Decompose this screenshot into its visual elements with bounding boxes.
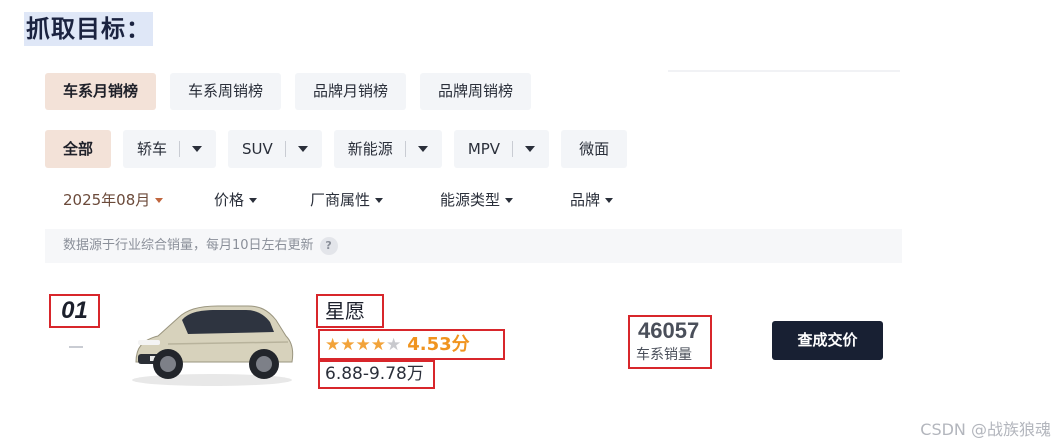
rank-change-indicator (69, 346, 83, 348)
chevron-down-icon[interactable] (192, 146, 203, 152)
divider (179, 141, 181, 157)
month-filter-label: 2025年08月 (63, 191, 151, 209)
car-name-highlight: 星愿 (316, 294, 384, 328)
price-range: 6.88-9.78万 (325, 364, 424, 384)
type-micro-button[interactable]: 微面 (561, 130, 628, 168)
tab-series-monthly[interactable]: 车系月销榜 (45, 73, 157, 110)
price-highlight: 6.88-9.78万 (318, 360, 435, 389)
chevron-down-icon (155, 197, 164, 203)
divider (404, 141, 406, 157)
star-rating: ★ ★ ★ ★ ★ (325, 335, 401, 355)
energy-filter[interactable]: 能源类型 (440, 186, 514, 214)
tab-brand-monthly[interactable]: 品牌月销榜 (295, 73, 407, 110)
brand-filter[interactable]: 品牌 (570, 186, 614, 214)
notice-text: 数据源于行业综合销量，每月10日左右更新 (63, 238, 314, 253)
star-icon: ★ (370, 334, 386, 355)
type-mpv-label: MPV (467, 140, 501, 158)
ranking-tabs: 车系月销榜 车系周销榜 品牌月销榜 品牌周销榜 (45, 73, 532, 110)
chevron-down-icon[interactable] (525, 146, 536, 152)
type-nev-label: 新能源 (347, 140, 393, 158)
car-name[interactable]: 星愿 (318, 296, 382, 326)
price-filter-label: 价格 (214, 191, 245, 209)
rank-number: 01 (61, 297, 88, 324)
data-source-notice: 数据源于行业综合销量，每月10日左右更新 ? (45, 229, 902, 263)
chevron-down-icon (605, 197, 614, 203)
chevron-down-icon[interactable] (297, 146, 308, 152)
chevron-down-icon (249, 197, 258, 203)
star-icon: ★ (355, 334, 371, 355)
rating-highlight: ★ ★ ★ ★ ★ 4.53分 (318, 329, 505, 360)
watermark: CSDN @战族狼魂 (920, 420, 1051, 439)
price-filter[interactable]: 价格 (214, 186, 258, 214)
brand-filter-label: 品牌 (570, 191, 601, 209)
star-icon: ★ (325, 334, 341, 355)
chevron-down-icon (375, 197, 384, 203)
maker-filter-label: 厂商属性 (310, 191, 371, 209)
sales-label: 车系销量 (636, 347, 692, 363)
star-icon: ★ (340, 334, 356, 355)
type-sedan-dropdown[interactable]: 轿车 (123, 130, 217, 168)
maker-filter[interactable]: 厂商属性 (310, 186, 384, 214)
vehicle-type-filter: 全部 轿车 SUV 新能源 MPV 微面 (45, 130, 628, 168)
chevron-down-icon (505, 197, 514, 203)
check-deal-price-button[interactable]: 查成交价 (772, 321, 883, 360)
page-title: 抓取目标： (24, 12, 153, 46)
star-icon: ★ (386, 334, 402, 355)
type-nev-dropdown[interactable]: 新能源 (333, 130, 442, 168)
type-mpv-dropdown[interactable]: MPV (453, 130, 550, 168)
rating-score: 4.53分 (407, 333, 470, 355)
car-image[interactable] (128, 296, 296, 388)
type-suv-dropdown[interactable]: SUV (228, 130, 322, 168)
sales-highlight: 46057 车系销量 (628, 315, 712, 369)
sales-count: 46057 (638, 318, 700, 343)
energy-filter-label: 能源类型 (440, 191, 501, 209)
divider (668, 70, 900, 72)
tab-series-weekly[interactable]: 车系周销榜 (170, 73, 282, 110)
chevron-down-icon[interactable] (417, 146, 428, 152)
tab-brand-weekly[interactable]: 品牌周销榜 (420, 73, 532, 110)
rank-highlight: 01 (49, 294, 100, 328)
month-filter[interactable]: 2025年08月 (63, 186, 164, 214)
type-sedan-label: 轿车 (137, 140, 168, 158)
type-all-button[interactable]: 全部 (45, 130, 112, 168)
help-icon[interactable]: ? (319, 237, 338, 255)
divider (512, 141, 514, 157)
divider (284, 141, 286, 157)
type-suv-label: SUV (242, 140, 273, 158)
